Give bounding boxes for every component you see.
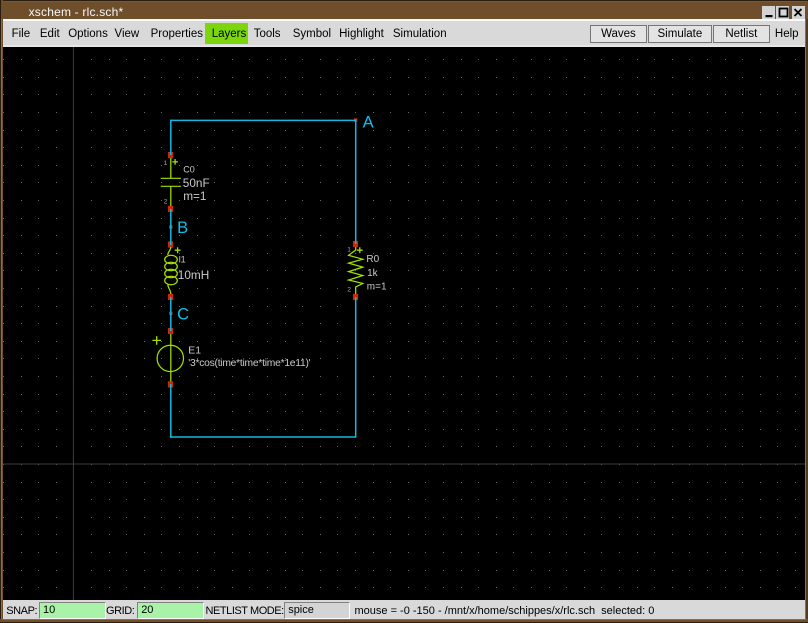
svg-text:2: 2: [347, 286, 351, 293]
svg-text:m=1: m=1: [183, 189, 206, 203]
svg-text:m=1: m=1: [367, 281, 387, 292]
svg-text:C: C: [177, 305, 189, 323]
svg-text:10mH: 10mH: [178, 268, 209, 282]
svg-text:1: 1: [164, 160, 168, 167]
svg-text:R0: R0: [366, 254, 379, 265]
svg-text:'3*cos(time*time*time*1e11)': '3*cos(time*time*time*1e11)': [188, 358, 310, 369]
svg-text:A: A: [363, 113, 374, 131]
svg-text:l1: l1: [179, 255, 186, 265]
svg-text:2: 2: [164, 199, 168, 206]
svg-text:1k: 1k: [367, 268, 379, 279]
svg-text:C0: C0: [183, 165, 195, 175]
svg-text:1: 1: [347, 247, 351, 254]
svg-text:B: B: [177, 219, 188, 237]
svg-text:E1: E1: [188, 345, 201, 357]
